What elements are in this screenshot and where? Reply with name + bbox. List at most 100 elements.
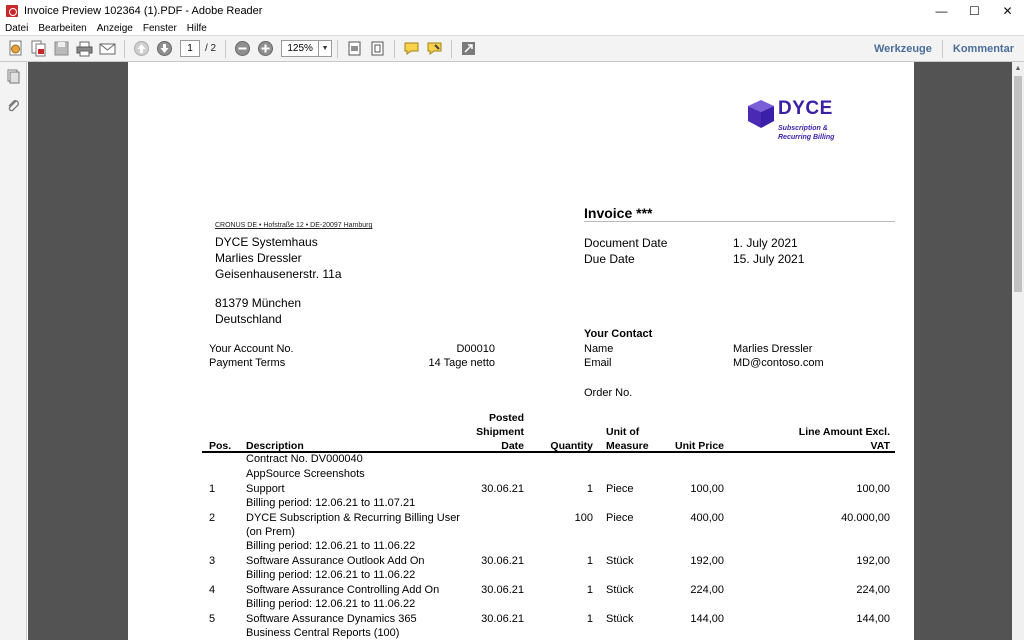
add-comment-button[interactable] [400,38,422,60]
address-line: Geisenhausenerstr. 11a [215,267,342,281]
expand-icon [461,42,475,55]
logo-subtitle-line: Recurring Billing [778,134,835,141]
cell-line-amount: 224,00 [856,584,890,596]
cell-pos: 2 [209,512,216,524]
fit-page-icon [371,41,384,56]
menu-hilfe[interactable]: Hilfe [182,23,212,34]
menu-datei[interactable]: Datei [0,23,33,34]
print-button[interactable] [73,38,95,60]
title-divider [584,221,895,222]
col-header-line: Unit of [606,426,640,438]
col-header-line: Shipment [476,426,524,438]
cell-description: Software Assurance Controlling Add On [246,584,440,596]
toolbar-separator [124,39,125,58]
email-button[interactable] [96,38,118,60]
scrollbar-thumb[interactable] [1014,76,1022,292]
toolbar-separator [337,39,339,58]
contact-name-value: Marlies Dressler [733,343,813,355]
pages-icon [7,69,20,84]
navigation-panel [0,62,27,640]
cell-quantity: 1 [586,483,593,495]
cell-description-extra: Business Central Reports (100) [246,627,400,639]
page-number-input[interactable]: 1 [180,40,200,57]
combine-pdf-button[interactable] [27,38,49,60]
zoom-dropdown[interactable]: ▼ [319,40,333,57]
zoom-in-button[interactable] [254,38,276,60]
cell-unit: Stück [606,555,634,567]
col-header-posted-shipment-date: Posted Shipment Date [476,411,524,453]
cell-description-extra: Billing period: 12.06.21 to 11.07.21 [246,497,416,509]
create-pdf-icon [9,40,21,56]
minus-circle-icon [234,41,250,56]
cell-date: 30.06.21 [481,584,524,596]
menu-anzeige[interactable]: Anzeige [92,23,138,34]
cell-description: DYCE Subscription & Recurring Billing Us… [246,512,460,524]
cell-description-extra: (on Prem) [246,526,295,538]
fit-page-button[interactable] [366,38,388,60]
plus-circle-icon [257,41,273,56]
minimize-button[interactable]: — [925,0,958,21]
close-button[interactable]: ✕ [991,0,1024,21]
logo-wordmark: DYCE [778,98,833,119]
previous-page-button[interactable] [130,38,152,60]
cell-description-extra: Billing period: 12.06.21 to 11.06.22 [246,569,416,581]
menu-bearbeiten[interactable]: Bearbeiten [33,23,91,34]
cell-unit: Piece [606,483,634,495]
attachments-button[interactable] [5,97,22,114]
menu-fenster[interactable]: Fenster [138,23,182,34]
contract-line: Contract No. DV000040 [246,453,363,465]
zoom-out-button[interactable] [231,38,253,60]
address-line: DYCE Systemhaus [215,235,318,249]
save-button[interactable] [50,38,72,60]
envelope-icon [99,43,115,55]
highlight-button[interactable] [423,38,445,60]
toolbar-right-links: Werkzeuge Kommentar [864,36,1024,61]
cell-unit-price: 100,00 [690,483,724,495]
vertical-scrollbar[interactable]: ▲ [1012,62,1024,640]
contact-name-label: Name [584,343,614,355]
cell-date: 30.06.21 [481,613,524,625]
page-total: / 2 [205,43,217,54]
highlighter-icon [427,42,442,55]
account-value: D00010 [456,343,495,355]
due-date-value: 15. July 2021 [733,252,805,266]
document-viewer[interactable]: DYCE Subscription & Recurring Billing CR… [28,62,1012,640]
cell-quantity: 100 [574,512,593,524]
col-header-unit-of-measure: Unit of Measure [606,425,649,453]
cell-line-amount: 192,00 [856,555,890,567]
cell-unit-price: 144,00 [690,613,724,625]
fullscreen-button[interactable] [457,38,479,60]
adobe-reader-icon [6,4,18,17]
next-page-button[interactable] [153,38,175,60]
cell-unit-price: 192,00 [690,555,724,567]
cell-quantity: 1 [586,613,593,625]
maximize-button[interactable]: ☐ [958,0,991,21]
account-label: Your Account No. [209,343,294,355]
arrow-down-icon [156,41,172,56]
invoice-title: Invoice *** [584,205,653,221]
print-icon [76,41,92,57]
toolbar-separator [451,39,453,58]
payment-terms-label: Payment Terms [209,357,286,369]
scroll-up-arrow-icon[interactable]: ▲ [1012,62,1024,74]
col-header-line-amount: Line Amount Excl. VAT [799,425,890,453]
logo-subtitle: Subscription & Recurring Billing [778,124,834,142]
window-title: Invoice Preview 102364 (1).PDF - Adobe R… [24,4,263,17]
cell-unit: Piece [606,512,634,524]
fit-width-button[interactable] [343,38,365,60]
page-thumbnails-button[interactable] [5,68,22,85]
create-pdf-button[interactable] [4,38,26,60]
cell-quantity: 1 [586,555,593,567]
cell-pos: 1 [209,483,216,495]
zoom-input[interactable]: 125% [281,40,320,57]
cell-line-amount: 144,00 [856,613,890,625]
due-date-label: Due Date [584,252,635,266]
arrow-up-icon [133,41,149,56]
payment-terms-value: 14 Tage netto [428,357,495,369]
comment-link[interactable]: Kommentar [943,43,1024,55]
cell-pos: 4 [209,584,216,596]
cell-date: 30.06.21 [481,483,524,495]
logo-subtitle-line: Subscription & [778,125,828,132]
tools-link[interactable]: Werkzeuge [864,43,942,55]
chevron-down-icon: ▼ [321,45,329,52]
